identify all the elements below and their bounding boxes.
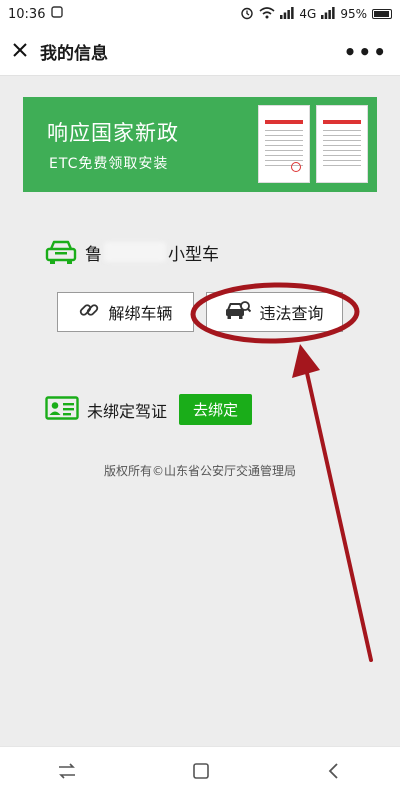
unbind-vehicle-button[interactable]: 解绑车辆 xyxy=(57,292,194,332)
id-card-icon xyxy=(45,395,79,424)
violation-query-label: 违法查询 xyxy=(259,304,324,323)
battery-icon xyxy=(372,9,392,19)
unbind-vehicle-label: 解绑车辆 xyxy=(108,304,173,323)
signal-icon-2 xyxy=(321,6,335,22)
plate-prefix: 鲁 xyxy=(85,244,102,265)
link-icon xyxy=(78,299,100,325)
license-info: 未绑定驾证 去绑定 xyxy=(45,394,253,425)
notification-icon xyxy=(51,6,64,22)
network-type: 4G xyxy=(299,7,317,21)
home-icon[interactable] xyxy=(192,762,210,785)
banner-headline: 响应国家新政 xyxy=(47,121,179,145)
vehicle-type: 小型车 xyxy=(168,244,219,265)
bind-license-button[interactable]: 去绑定 xyxy=(179,394,253,425)
license-status: 未绑定驾证 xyxy=(87,401,168,421)
status-bar: 10:36 4G 95% xyxy=(0,0,400,28)
banner-subline: ETC免费领取安装 xyxy=(49,156,169,172)
annotation-arrowhead xyxy=(292,344,320,378)
document-image xyxy=(316,105,368,183)
title-bar: 我的信息 ••• xyxy=(0,28,400,76)
vehicle-info: 鲁 小型车 xyxy=(45,238,219,266)
status-time: 10:36 xyxy=(8,6,46,22)
page-title: 我的信息 xyxy=(40,44,108,64)
car-icon xyxy=(45,238,77,266)
annotation-arrow xyxy=(303,362,373,662)
plate-number: 鲁 小型车 xyxy=(85,240,219,265)
document-image xyxy=(258,105,310,183)
violation-query-button[interactable]: 违法查询 xyxy=(206,292,343,332)
system-nav-bar xyxy=(0,746,400,800)
etc-promo-banner[interactable]: 响应国家新政 ETC免费领取安装 xyxy=(23,97,377,192)
back-icon[interactable] xyxy=(325,762,343,785)
alarm-icon xyxy=(240,6,254,23)
copyright-text: 版权所有©山东省公安厅交通管理局 xyxy=(103,464,296,478)
more-icon[interactable]: ••• xyxy=(344,40,388,64)
signal-icon xyxy=(280,6,294,22)
wifi-icon xyxy=(259,6,275,22)
battery-percent: 95% xyxy=(340,7,367,21)
car-search-icon xyxy=(225,299,252,325)
plate-redacted xyxy=(104,242,166,262)
close-icon[interactable] xyxy=(12,42,28,62)
recent-apps-icon[interactable] xyxy=(57,762,77,785)
